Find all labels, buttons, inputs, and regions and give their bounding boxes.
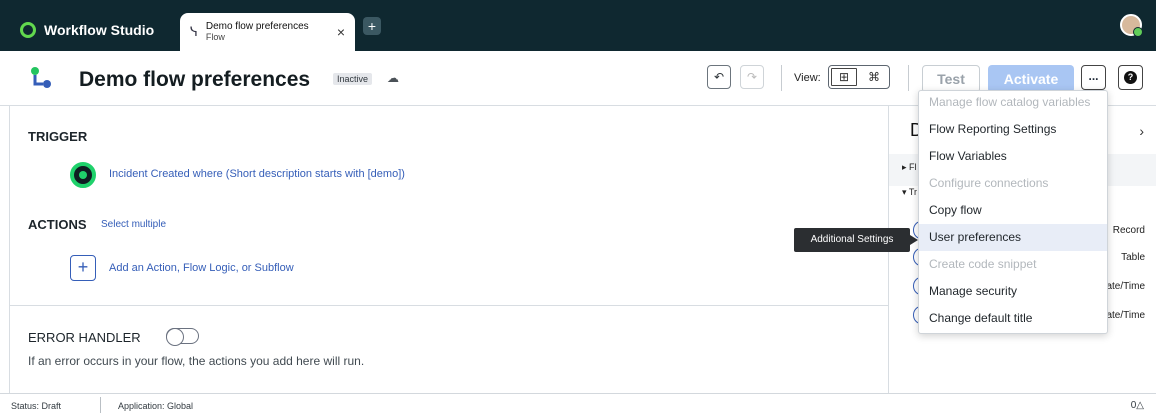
status-badge: Inactive xyxy=(333,73,373,85)
details-value: ate/Time xyxy=(1106,310,1145,321)
menu-item-manage-catalog-variables: Manage flow catalog variables xyxy=(929,95,1091,109)
menu-item-manage-security[interactable]: Manage security xyxy=(919,278,1107,305)
section-divider xyxy=(10,305,889,306)
details-trigger-row[interactable]: ▾ Tr xyxy=(902,187,917,198)
activate-button[interactable]: Activate xyxy=(988,65,1074,93)
page-title: Demo flow preferences xyxy=(79,68,311,91)
menu-item-create-code-snippet: Create code snippet xyxy=(929,257,1037,271)
actions-heading: ACTIONS xyxy=(28,217,87,232)
flow-icon: ᓭ xyxy=(190,24,198,40)
details-value: Record xyxy=(1112,225,1145,236)
trigger-icon[interactable] xyxy=(70,162,96,188)
trigger-heading: TRIGGER xyxy=(28,129,88,144)
view-toggle[interactable]: ⊞ ⌘ xyxy=(828,65,890,89)
tooltip: Additional Settings xyxy=(794,228,918,252)
menu-item-flow-variables[interactable]: Flow Variables xyxy=(919,143,1107,170)
menu-item-copy-flow[interactable]: Copy flow xyxy=(919,197,1107,224)
add-action-link[interactable]: Add an Action, Flow Logic, or Subflow xyxy=(109,262,294,274)
error-handler-heading: ERROR HANDLER xyxy=(28,330,141,345)
close-icon[interactable]: × xyxy=(337,24,345,40)
avatar[interactable] xyxy=(1120,14,1143,37)
menu-item-user-preferences[interactable]: User preferences xyxy=(919,224,1107,251)
status-divider xyxy=(100,397,101,413)
tab-title-wrap: Demo flow preferences Flow xyxy=(206,21,316,43)
tab-demo-flow[interactable]: ᓭ Demo flow preferences Flow × xyxy=(180,13,355,51)
tab-title: Demo flow preferences xyxy=(205,21,309,32)
application-scope: Application: Global xyxy=(118,401,194,411)
undo-button[interactable]: ↶ xyxy=(707,65,731,89)
brand[interactable]: Workflow Studio xyxy=(10,13,164,46)
top-bar: Workflow Studio ᓭ Demo flow preferences … xyxy=(0,0,1156,51)
error-handler-description: If an error occurs in your flow, the act… xyxy=(28,354,365,368)
details-value: Table xyxy=(1121,252,1145,263)
brand-logo-icon xyxy=(20,21,36,38)
add-action-icon[interactable]: + xyxy=(70,255,96,281)
flow-canvas: TRIGGER Incident Created where (Short de… xyxy=(9,106,889,393)
details-value: ate/Time xyxy=(1106,281,1145,292)
error-handler-toggle[interactable] xyxy=(166,328,199,346)
menu-item-change-default-title[interactable]: Change default title xyxy=(919,305,1107,332)
warnings-count[interactable]: 0△ xyxy=(1131,400,1144,411)
tree-view-icon[interactable]: ⊞ xyxy=(829,66,859,88)
details-flow-row[interactable]: ▸ Fl xyxy=(902,162,917,173)
menu-item-flow-reporting-settings[interactable]: Flow Reporting Settings xyxy=(919,116,1107,143)
flow-status: Status: Draft xyxy=(11,401,62,411)
more-options-menu: Manage flow catalog variables Flow Repor… xyxy=(918,90,1108,334)
more-options-button[interactable]: ... xyxy=(1081,65,1106,90)
tab-subtitle: Flow xyxy=(205,32,225,42)
test-button[interactable]: Test xyxy=(922,65,980,93)
status-bar: Status: Draft Application: Global 0△ xyxy=(0,393,1156,417)
flow-logo-icon xyxy=(31,67,51,88)
diagram-view-icon[interactable]: ⌘ xyxy=(859,66,889,88)
menu-item-configure-connections: Configure connections xyxy=(929,176,1049,190)
new-tab-button[interactable]: + xyxy=(363,17,381,35)
view-label: View: xyxy=(794,72,821,84)
help-icon: ? xyxy=(1124,71,1137,84)
brand-name: Workflow Studio xyxy=(44,21,155,38)
trigger-link[interactable]: Incident Created where (Short descriptio… xyxy=(109,168,405,180)
help-button[interactable]: ? xyxy=(1118,65,1143,90)
cloud-icon: ☁ xyxy=(387,71,399,85)
divider xyxy=(781,65,782,91)
redo-button[interactable]: ↷ xyxy=(740,65,764,89)
divider xyxy=(908,65,909,91)
chevron-right-icon[interactable]: › xyxy=(1139,123,1144,139)
select-multiple-link[interactable]: Select multiple xyxy=(101,219,166,230)
